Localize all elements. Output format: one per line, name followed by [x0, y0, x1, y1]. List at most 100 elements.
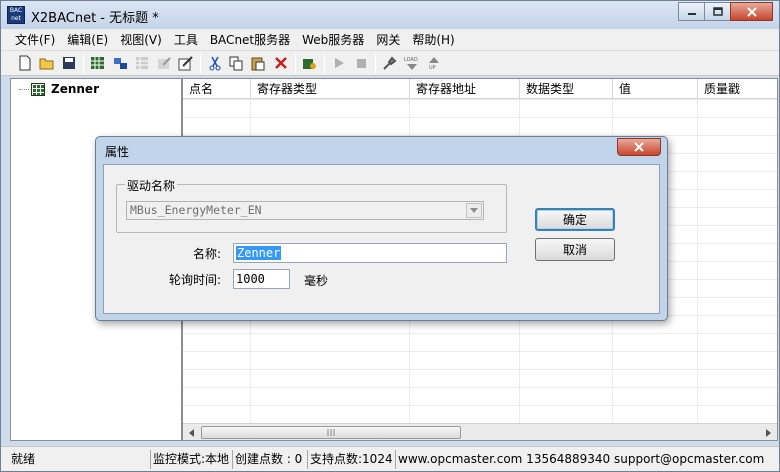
- properties-icon: [178, 55, 193, 70]
- status-monitor-mode: 监控模式:本地: [150, 450, 232, 469]
- add-device-button[interactable]: [88, 54, 107, 73]
- tool-disabled-1[interactable]: [132, 54, 151, 73]
- menu-view[interactable]: 视图(V): [114, 31, 168, 48]
- tool-disabled-2[interactable]: [154, 54, 173, 73]
- cancel-button[interactable]: 取消: [535, 238, 615, 261]
- paste-button[interactable]: [249, 54, 268, 73]
- menu-bar: 文件(F) 编辑(E) 视图(V) 工具 BACnet服务器 Web服务器 网关…: [1, 29, 779, 51]
- scroll-thumb[interactable]: [201, 426, 461, 439]
- upload-button[interactable]: UP: [424, 54, 443, 73]
- dialog-body: 驱动名称 MBus_EnergyMeter_EN 名称: Zenner 轮询时间…: [103, 164, 660, 314]
- svg-text:UP: UP: [429, 65, 436, 71]
- driver-combobox-value: MBus_EnergyMeter_EN: [130, 203, 262, 217]
- new-file-icon: [19, 55, 30, 71]
- poll-time-label: 轮询时间:: [169, 273, 222, 287]
- delete-button[interactable]: [271, 54, 290, 73]
- toolbar: LOAD UP: [1, 51, 779, 76]
- paste-icon: [251, 57, 265, 70]
- stop-button[interactable]: [351, 54, 370, 73]
- add-point-button[interactable]: [110, 54, 129, 73]
- status-created-points: 创建点数 : 0: [232, 450, 307, 469]
- toolbar-separator: [324, 53, 325, 73]
- maximize-button[interactable]: [704, 2, 731, 21]
- menu-tools[interactable]: 工具: [168, 31, 204, 48]
- name-input[interactable]: Zenner: [233, 243, 507, 263]
- load-button[interactable]: LOAD: [402, 54, 421, 73]
- menu-gateway[interactable]: 网关: [370, 31, 406, 48]
- toolbar-separator: [295, 53, 296, 73]
- upload-icon: UP: [428, 57, 439, 71]
- edit-disabled-icon: [157, 57, 171, 69]
- horizontal-scrollbar[interactable]: [183, 423, 777, 440]
- toolbar-separator: [375, 53, 376, 73]
- network-icon: [113, 58, 127, 69]
- folder-open-icon: [39, 58, 53, 70]
- status-contact: www.opcmaster.com 13564889340 support@op…: [395, 450, 769, 469]
- grid-disabled-icon: [135, 57, 148, 69]
- delete-icon: [274, 57, 287, 69]
- poll-time-input-value: 1000: [236, 272, 265, 286]
- wrench-icon: [383, 55, 397, 70]
- device-grid-icon: [91, 57, 104, 69]
- driver-combobox[interactable]: MBus_EnergyMeter_EN: [126, 201, 484, 220]
- column-header-point-name[interactable]: 点名: [183, 79, 251, 99]
- dialog-title: 属性: [105, 145, 130, 159]
- name-label: 名称:: [193, 247, 222, 261]
- scroll-right-icon: [766, 428, 771, 437]
- minimize-icon: [687, 12, 696, 15]
- device-icon: [31, 82, 45, 96]
- status-ready: 就绪: [11, 452, 36, 466]
- tree-item-label: Zenner: [51, 82, 99, 96]
- cut-button[interactable]: [205, 54, 224, 73]
- combobox-dropdown-button[interactable]: [466, 203, 482, 218]
- monitor-button[interactable]: [300, 54, 319, 73]
- minimize-button[interactable]: [678, 2, 705, 21]
- scroll-right-button[interactable]: [760, 425, 776, 440]
- menu-file[interactable]: 文件(F): [9, 31, 61, 48]
- driver-group-label: 驱动名称: [125, 177, 178, 194]
- grid-line: [697, 99, 698, 423]
- column-header-register-address[interactable]: 寄存器地址: [410, 79, 520, 99]
- monitor-icon: [302, 58, 316, 69]
- tree-item-zenner[interactable]: Zenner: [19, 82, 99, 96]
- poll-time-input[interactable]: 1000: [233, 269, 290, 289]
- scroll-left-icon: [189, 428, 194, 437]
- name-input-value: Zenner: [236, 246, 282, 260]
- properties-button[interactable]: [176, 54, 195, 73]
- poll-time-unit: 毫秒: [304, 274, 329, 288]
- status-supported-points: 支持点数:1024: [307, 450, 395, 469]
- copy-button[interactable]: [227, 54, 246, 73]
- menu-help[interactable]: 帮助(H): [406, 31, 460, 48]
- svg-text:LOAD: LOAD: [404, 57, 418, 63]
- window-title: X2BACnet - 无标题 *: [31, 11, 159, 26]
- dialog-close-button[interactable]: [617, 138, 661, 156]
- save-icon: [62, 57, 75, 69]
- scissors-icon: [209, 56, 220, 70]
- column-header-value[interactable]: 值: [613, 79, 698, 99]
- menu-edit[interactable]: 编辑(E): [61, 31, 114, 48]
- status-bar: 就绪 监控模式:本地 创建点数 : 0 支持点数:1024 www.opcmas…: [1, 446, 779, 471]
- maximize-icon: [712, 7, 723, 16]
- title-bar[interactable]: BAC net X2BACnet - 无标题 *: [1, 1, 779, 29]
- run-button[interactable]: [329, 54, 348, 73]
- grip-icon: [327, 429, 335, 436]
- load-icon: LOAD: [404, 57, 418, 70]
- close-icon: [634, 142, 644, 152]
- close-button[interactable]: [730, 2, 773, 21]
- close-icon: [746, 6, 757, 17]
- column-header-quality[interactable]: 质量戳: [698, 79, 777, 99]
- toolbar-separator: [83, 53, 84, 73]
- save-button[interactable]: [59, 54, 78, 73]
- column-header-data-type[interactable]: 数据类型: [520, 79, 613, 99]
- menu-web-server[interactable]: Web服务器: [296, 31, 370, 48]
- scroll-left-button[interactable]: [184, 425, 200, 440]
- column-header-register-type[interactable]: 寄存器类型: [251, 79, 410, 99]
- new-file-button[interactable]: [15, 54, 34, 73]
- app-icon: BAC net: [7, 6, 25, 24]
- menu-bacnet-server[interactable]: BACnet服务器: [204, 31, 296, 48]
- stop-icon: [356, 59, 366, 68]
- toolbar-separator: [200, 53, 201, 73]
- open-button[interactable]: [37, 54, 56, 73]
- tools-button[interactable]: [380, 54, 399, 73]
- ok-button[interactable]: 确定: [535, 208, 615, 231]
